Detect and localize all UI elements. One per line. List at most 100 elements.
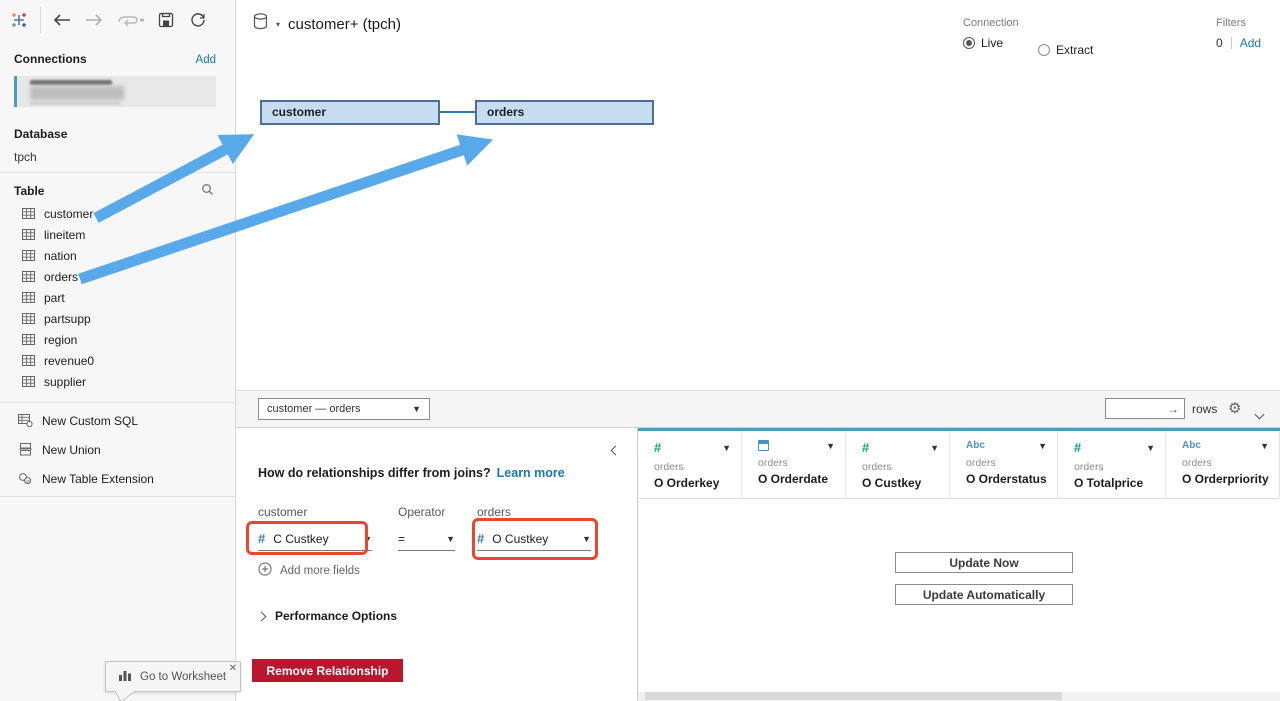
redo-forward-icon[interactable] bbox=[83, 9, 105, 31]
update-now-button[interactable]: Update Now bbox=[895, 552, 1073, 573]
grid-settings-gear-icon[interactable]: ⚙ bbox=[1228, 399, 1241, 417]
expand-chevron-icon bbox=[257, 611, 267, 621]
datasource-title-group[interactable]: ▾ customer+ (tpch) bbox=[253, 13, 401, 35]
replay-icon[interactable] bbox=[115, 9, 145, 31]
column-field-name: O Orderkey bbox=[654, 476, 731, 490]
datasource-dropdown-caret: ▾ bbox=[276, 20, 280, 29]
relationship-select[interactable]: customer — orders ▼ bbox=[258, 398, 430, 420]
plus-circle-icon bbox=[258, 562, 272, 579]
go-to-worksheet-label: Go to Worksheet bbox=[140, 671, 226, 683]
connection-name-redacted bbox=[30, 80, 112, 85]
sidebar-action-new-custom-sql[interactable]: New Custom SQL bbox=[0, 406, 236, 435]
column-table-name: orders bbox=[862, 461, 939, 473]
add-more-fields-button[interactable]: Add more fields bbox=[258, 562, 360, 579]
filters-add-link[interactable]: Add bbox=[1240, 36, 1261, 50]
relationship-select-caret: ▼ bbox=[412, 404, 421, 414]
string-type-icon: Abc bbox=[1182, 440, 1201, 451]
table-grid-icon bbox=[22, 229, 35, 240]
sidebar-table-item-nation[interactable]: nation bbox=[0, 245, 236, 266]
grid-column-header-o-totalprice[interactable]: #▼ordersO Totalprice bbox=[1058, 431, 1166, 498]
refresh-icon[interactable] bbox=[187, 9, 209, 31]
tableau-logo-icon[interactable] bbox=[8, 9, 30, 31]
learn-more-link[interactable]: Learn more bbox=[497, 466, 565, 480]
column-menu-caret[interactable]: ▼ bbox=[826, 441, 835, 451]
add-connection-link[interactable]: Add bbox=[196, 54, 216, 66]
extract-radio-label: Extract bbox=[1056, 43, 1093, 57]
operator-value: = bbox=[398, 532, 405, 546]
sidebar-table-item-part[interactable]: part bbox=[0, 287, 236, 308]
tableau-datasource-window: Connections Add Database tpch Table cust… bbox=[0, 0, 1280, 701]
tooltip-close-icon[interactable]: ✕ bbox=[229, 663, 237, 674]
left-table-column-label: customer bbox=[258, 505, 307, 519]
connections-heading: Connections bbox=[14, 52, 87, 66]
sidebar-divider bbox=[0, 402, 236, 403]
left-field-value: C Custkey bbox=[273, 532, 328, 546]
operator-dropdown[interactable]: = ▼ bbox=[398, 527, 455, 551]
sidebar-action-new-union[interactable]: New Union bbox=[0, 435, 236, 464]
sidebar-table-item-supplier[interactable]: supplier bbox=[0, 371, 236, 392]
column-menu-caret[interactable]: ▼ bbox=[930, 443, 939, 453]
connection-active-bar bbox=[14, 76, 17, 107]
performance-options-toggle[interactable]: Performance Options bbox=[258, 609, 397, 623]
column-menu-caret[interactable]: ▼ bbox=[1038, 441, 1047, 451]
grid-column-header-o-orderstatus[interactable]: Abc▼ordersO Orderstatus bbox=[950, 431, 1058, 498]
extract-radio-circle[interactable] bbox=[1038, 44, 1050, 56]
table-list: customerlineitemnationorderspart partsupp… bbox=[0, 203, 236, 392]
action-item-label: New Table Extension bbox=[42, 472, 154, 486]
grid-column-header-o-orderkey[interactable]: #▼ordersO Orderkey bbox=[638, 431, 742, 498]
table-grid-icon bbox=[22, 250, 35, 261]
number-type-icon: # bbox=[477, 531, 484, 546]
remove-relationship-button[interactable]: Remove Relationship bbox=[252, 659, 403, 682]
table-item-label: partsupp bbox=[44, 312, 91, 326]
rows-label: rows bbox=[1192, 402, 1217, 416]
go-to-worksheet-tooltip[interactable]: Go to Worksheet ✕ bbox=[105, 661, 241, 692]
grid-options-chevron-icon[interactable] bbox=[1256, 405, 1263, 423]
relationship-noodle[interactable] bbox=[440, 111, 475, 113]
sidebar-divider bbox=[0, 496, 236, 497]
table-grid-icon bbox=[22, 292, 35, 303]
connection-item[interactable] bbox=[14, 76, 216, 107]
sidebar-action-new-table-extension[interactable]: dbNew Table Extension bbox=[0, 464, 236, 493]
rows-input-arrow-icon: → bbox=[1167, 402, 1179, 416]
undo-back-icon[interactable] bbox=[51, 9, 73, 31]
canvas-table-orders[interactable]: orders bbox=[475, 100, 654, 125]
collapse-editor-chevron-icon[interactable] bbox=[612, 441, 619, 459]
column-menu-caret[interactable]: ▼ bbox=[1146, 443, 1155, 453]
grid-column-header-o-orderpriority[interactable]: Abc▼ordersO Orderpriority bbox=[1166, 431, 1280, 498]
left-field-dropdown[interactable]: # C Custkey ▼ bbox=[258, 527, 372, 551]
action-item-label: New Custom SQL bbox=[42, 414, 138, 428]
sidebar-table-item-revenue0[interactable]: revenue0 bbox=[0, 350, 236, 371]
update-automatically-button[interactable]: Update Automatically bbox=[895, 584, 1073, 605]
date-type-icon bbox=[758, 440, 769, 451]
filters-group: Filters 0 Add bbox=[1216, 17, 1261, 50]
number-type-icon: # bbox=[1074, 440, 1081, 455]
rows-limit-input[interactable]: → bbox=[1105, 398, 1185, 419]
live-radio[interactable]: Live bbox=[963, 36, 1019, 50]
column-menu-caret[interactable]: ▼ bbox=[1260, 441, 1269, 451]
extract-radio[interactable]: Extract bbox=[1038, 43, 1093, 57]
right-field-dropdown[interactable]: # O Custkey ▼ bbox=[477, 527, 591, 551]
sidebar-table-item-customer[interactable]: customer bbox=[0, 203, 236, 224]
tooltip-tail bbox=[113, 691, 143, 701]
horizontal-scrollbar-thumb[interactable] bbox=[645, 692, 1062, 700]
canvas-table-customer[interactable]: customer bbox=[260, 100, 440, 125]
live-radio-circle[interactable] bbox=[963, 37, 975, 49]
table-grid-icon bbox=[22, 208, 35, 219]
column-table-name: orders bbox=[654, 461, 731, 473]
save-icon[interactable] bbox=[155, 9, 177, 31]
grid-column-header-o-custkey[interactable]: #▼ordersO Custkey bbox=[846, 431, 950, 498]
table-search-icon[interactable] bbox=[201, 183, 214, 199]
sidebar-table-item-lineitem[interactable]: lineitem bbox=[0, 224, 236, 245]
grid-column-header-o-orderdate[interactable]: ▼ordersO Orderdate bbox=[742, 431, 846, 498]
grid-column-headers: # ▼ orders O Orderkey ▼ordersO Orderdate # ▼ or… bbox=[638, 431, 1280, 498]
datasource-cylinder-icon bbox=[253, 13, 268, 35]
sidebar-table-item-orders[interactable]: orders bbox=[0, 266, 236, 287]
table-item-label: supplier bbox=[44, 375, 86, 389]
toolbar-divider bbox=[40, 7, 41, 33]
number-type-icon: # bbox=[862, 440, 869, 455]
sidebar-table-item-partsupp[interactable]: partsupp bbox=[0, 308, 236, 329]
sidebar-table-item-region[interactable]: region bbox=[0, 329, 236, 350]
database-name[interactable]: tpch bbox=[14, 150, 37, 164]
connection-subtext-redacted bbox=[30, 101, 120, 105]
column-menu-caret[interactable]: ▼ bbox=[722, 443, 731, 453]
